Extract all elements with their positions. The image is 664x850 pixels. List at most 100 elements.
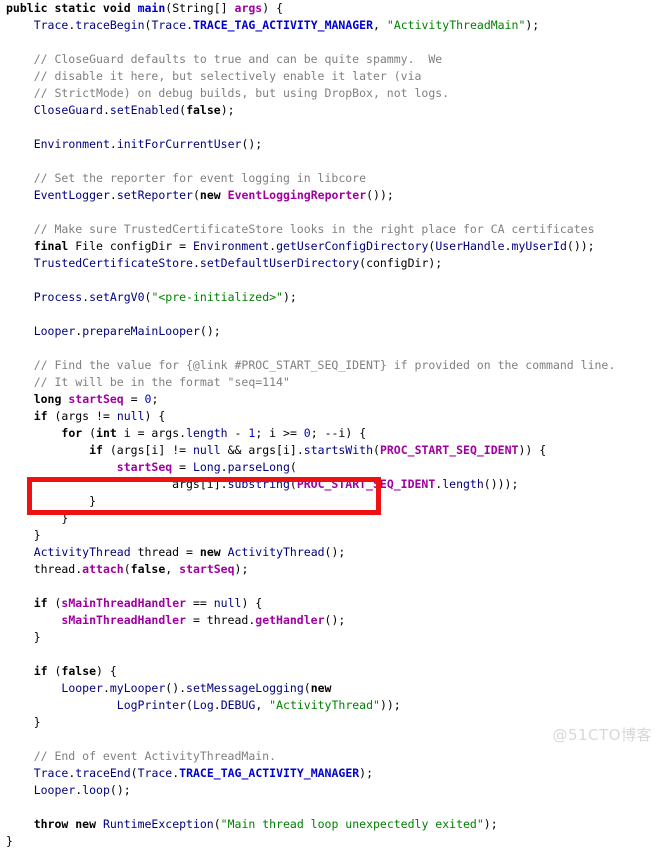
- code-token: "<pre-initialized>": [151, 290, 283, 304]
- code-token: Environment: [33, 137, 110, 151]
- code-token: (: [82, 426, 97, 440]
- code-token: final: [33, 239, 69, 253]
- code-token: (: [123, 562, 131, 576]
- code-token: }: [6, 834, 13, 848]
- code-token: startSeq: [179, 562, 235, 576]
- code-token: thread.: [6, 562, 83, 576]
- code-token: ActivityThread: [33, 545, 131, 559]
- code-token: (: [130, 766, 138, 780]
- code-token: attach: [82, 562, 124, 576]
- code-token: }: [6, 494, 97, 508]
- code-token: setArgV0: [89, 290, 145, 304]
- code-token: ));: [379, 698, 401, 712]
- code-token: getHandler: [255, 613, 325, 627]
- code-token: sMainThreadHandler: [61, 613, 187, 627]
- code-line: // It will be in the format "seq=114": [0, 374, 664, 391]
- code-line: if (args[i] != null && args[i].startsWit…: [0, 442, 664, 459]
- code-token: false: [61, 664, 97, 678]
- code-token: // Set the reporter for event logging in…: [6, 171, 367, 185]
- code-line: Looper.loop();: [0, 782, 664, 799]
- code-token: );: [220, 103, 235, 117]
- code-token: (String[]: [165, 1, 235, 15]
- code-token: // CloseGuard defaults to true and can b…: [6, 52, 443, 66]
- code-line: LogPrinter(Log.DEBUG, "ActivityThread"))…: [0, 697, 664, 714]
- code-token: startSeq: [116, 460, 173, 474]
- code-token: // disable it here, but selectively enab…: [6, 69, 422, 83]
- code-token: ,: [255, 698, 270, 712]
- code-token: // It will be in the format "seq=114": [6, 375, 290, 389]
- code-line: ActivityThread thread = new ActivityThre…: [0, 544, 664, 561]
- code-token: null: [213, 596, 242, 610]
- code-token: )) {: [518, 443, 547, 457]
- code-token: RuntimeException: [102, 817, 214, 831]
- code-token: 0: [303, 426, 311, 440]
- code-token: );: [283, 290, 297, 304]
- code-token: getUserConfigDirectory: [276, 239, 429, 253]
- code-token: (: [303, 681, 311, 695]
- code-line: // StrictMode) on debug builds, but usin…: [0, 85, 664, 102]
- code-line: sMainThreadHandler = thread.getHandler()…: [0, 612, 664, 629]
- code-line: Process.setArgV0("<pre-initialized>");: [0, 289, 664, 306]
- code-line: // disable it here, but selectively enab…: [0, 68, 664, 85]
- code-token: );: [359, 766, 374, 780]
- code-token: }: [6, 511, 69, 525]
- code-token: .: [213, 698, 221, 712]
- code-line: public static void main(String[] args) {: [0, 0, 664, 17]
- code-token: .: [109, 137, 117, 151]
- code-line: // Set the reporter for event logging in…: [0, 170, 664, 187]
- code-token: false: [186, 103, 221, 117]
- code-token: .: [192, 256, 200, 270]
- code-token: Environment: [192, 239, 270, 253]
- code-token: }: [6, 715, 41, 729]
- code-token: .: [504, 239, 512, 253]
- code-token: PROC_START_SEQ_IDENT: [296, 477, 436, 491]
- code-line: if (args != null) {: [0, 408, 664, 425]
- code-line: Looper.myLooper().setMessageLogging(new: [0, 680, 664, 697]
- code-token: ) {: [241, 596, 263, 610]
- code-line: final File configDir = Environment. getUs…: [0, 238, 664, 255]
- code-token: setMessageLogging: [186, 681, 304, 695]
- code-token: parseLong: [227, 460, 290, 474]
- code-line: args[i].substring(PROC_START_SEQ_IDENT.l…: [0, 476, 664, 493]
- code-token: );: [234, 562, 249, 576]
- code-token: .: [220, 460, 228, 474]
- code-token: DEBUG: [220, 698, 256, 712]
- code-line: // CloseGuard defaults to true and can b…: [0, 51, 664, 68]
- code-token: length: [442, 477, 484, 491]
- code-token: UserHandle: [435, 239, 505, 253]
- code-token: long: [33, 392, 62, 406]
- code-token: (: [289, 460, 297, 474]
- code-token: // StrictMode) on debug builds, but usin…: [6, 86, 450, 100]
- code-token: Log: [192, 698, 214, 712]
- code-token: Looper: [61, 681, 103, 695]
- code-line: Trace.traceBegin(Trace.TRACE_TAG_ACTIVIT…: [0, 17, 664, 34]
- code-token: .: [102, 681, 110, 695]
- code-line: }: [0, 833, 664, 850]
- code-token: new: [199, 545, 221, 559]
- code-token: traceEnd: [75, 766, 131, 780]
- code-token: .: [68, 766, 76, 780]
- code-token: Long: [192, 460, 221, 474]
- code-token: throw new: [33, 817, 97, 831]
- code-token: && args[i].: [220, 443, 304, 457]
- code-line: Environment.initForCurrentUser();: [0, 136, 664, 153]
- code-viewer[interactable]: public static void main(String[] args) {…: [0, 0, 664, 848]
- code-token: traceBegin: [75, 18, 145, 32]
- code-line: CloseGuard.setEnabled(false);: [0, 102, 664, 119]
- code-line: // Find the value for {@link #PROC_START…: [0, 357, 664, 374]
